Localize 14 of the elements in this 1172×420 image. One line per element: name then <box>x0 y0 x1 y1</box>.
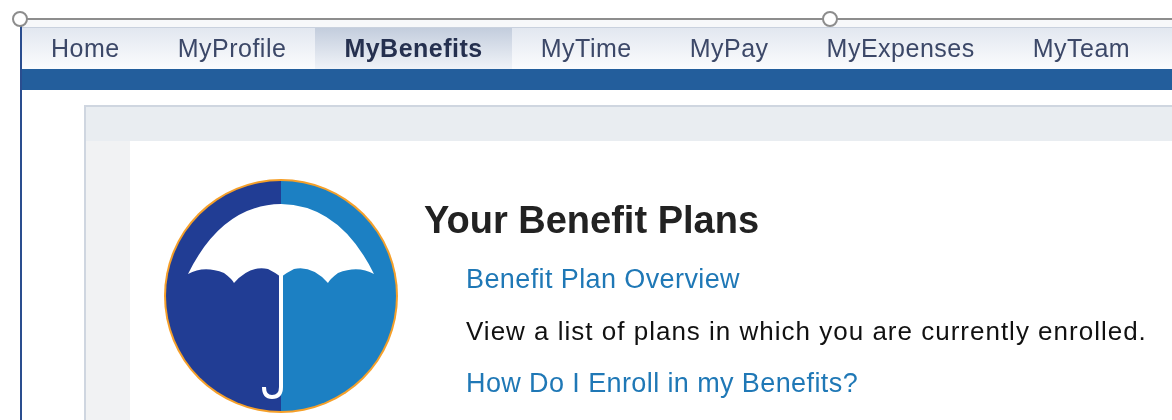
nav-tab[interactable]: MyBenefits <box>315 28 512 69</box>
benefit-link[interactable]: Benefit Plan Overview <box>466 264 1147 295</box>
benefit-link[interactable]: How Do I Enroll in my Benefits? <box>466 368 1147 399</box>
nav-tab[interactable]: Home <box>22 28 149 69</box>
nav-tab[interactable]: MyTime <box>511 28 661 69</box>
selection-handle[interactable] <box>12 11 28 27</box>
nav-tab[interactable]: MyPay <box>660 28 798 69</box>
section-heading: Your Benefit Plans <box>424 199 761 242</box>
link-description: View a list of plans in which you are currently enrolled. <box>466 316 1147 347</box>
nav-tab[interactable]: MyTeam <box>1003 28 1160 69</box>
nav-tab[interactable]: MyProfile <box>148 28 316 69</box>
nav-tab[interactable]: MyExpenses <box>797 28 1004 69</box>
selection-handle[interactable] <box>822 11 838 27</box>
umbrella-icon <box>162 177 400 415</box>
